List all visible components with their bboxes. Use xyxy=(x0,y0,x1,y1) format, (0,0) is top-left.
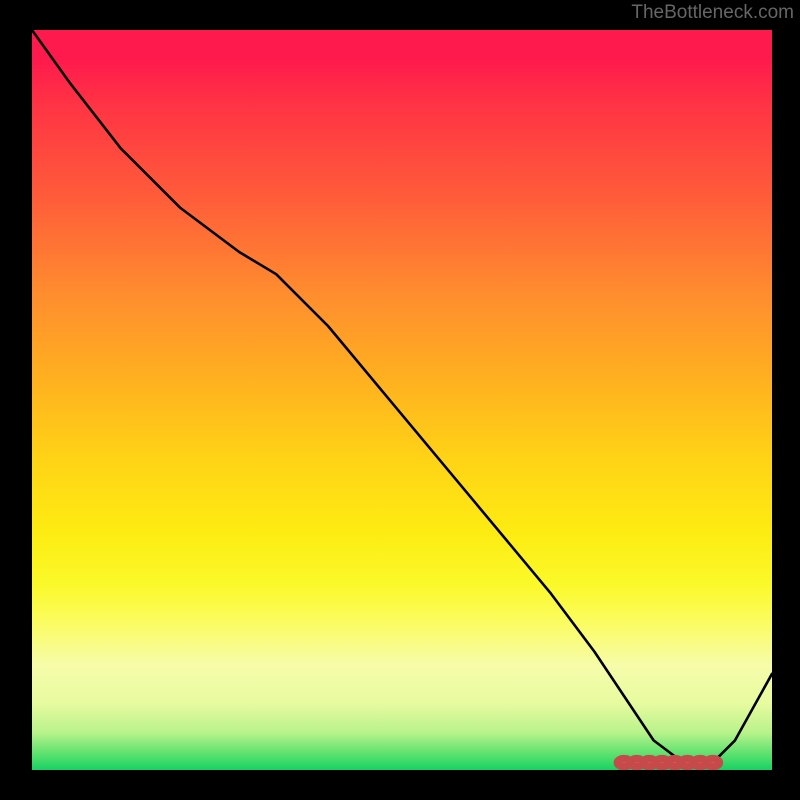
marker-dot xyxy=(706,759,719,767)
flat-band-markers xyxy=(617,759,719,767)
chart-frame: TheBottleneck.com xyxy=(0,0,800,800)
curve-path xyxy=(32,30,772,763)
watermark-text: TheBottleneck.com xyxy=(631,2,794,24)
chart-svg xyxy=(32,30,772,770)
